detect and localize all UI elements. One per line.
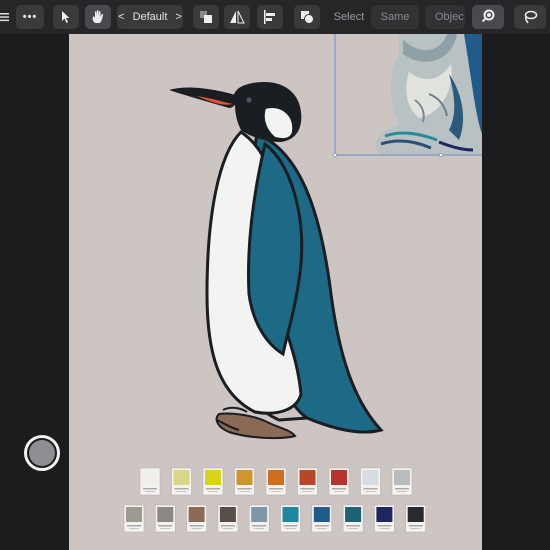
selected-object-partial[interactable] xyxy=(375,34,482,154)
style-label: Default xyxy=(132,11,168,23)
flip-icon xyxy=(230,10,245,24)
document-canvas[interactable] xyxy=(69,34,482,550)
color-swatch[interactable] xyxy=(155,504,176,533)
color-swatch[interactable] xyxy=(123,504,145,533)
zoom-icon xyxy=(481,9,495,23)
color-swatch[interactable] xyxy=(297,467,318,496)
color-swatch[interactable] xyxy=(374,504,395,533)
selection-handle[interactable] xyxy=(439,153,443,157)
record-icon xyxy=(29,440,55,466)
top-toolbar: ••• < Default > Select Same Objec xyxy=(0,0,550,35)
color-swatch[interactable] xyxy=(139,467,161,496)
lasso-icon xyxy=(524,10,538,24)
color-palette-row-1 xyxy=(139,467,413,496)
select-same-button[interactable]: Same xyxy=(371,5,419,29)
color-swatch[interactable] xyxy=(265,467,287,496)
move-tool-button[interactable] xyxy=(53,5,79,29)
zoom-button[interactable] xyxy=(472,5,504,29)
left-panel xyxy=(0,34,69,550)
color-swatch[interactable] xyxy=(186,504,207,533)
hamburger-icon[interactable] xyxy=(0,5,14,29)
flip-button[interactable] xyxy=(224,5,250,29)
hand-tool-button[interactable] xyxy=(85,5,111,29)
style-prev-button[interactable]: < xyxy=(118,11,124,23)
color-swatch[interactable] xyxy=(342,504,364,533)
lasso-button[interactable] xyxy=(514,5,546,29)
color-swatch[interactable] xyxy=(311,504,333,533)
color-swatch[interactable] xyxy=(405,504,426,533)
align-icon xyxy=(264,10,275,24)
penguin-illustration[interactable] xyxy=(69,34,482,550)
boolean-icon xyxy=(301,11,314,24)
penguin-drawing[interactable] xyxy=(169,82,384,440)
select-label: Select xyxy=(333,11,365,23)
style-next-button[interactable]: > xyxy=(175,11,181,23)
right-panel xyxy=(482,34,550,550)
color-swatch[interactable] xyxy=(391,467,413,496)
color-swatch[interactable] xyxy=(202,467,224,496)
style-selector[interactable]: < Default > xyxy=(117,5,183,29)
color-swatch[interactable] xyxy=(328,467,350,496)
color-swatch[interactable] xyxy=(234,467,255,496)
arrange-button[interactable] xyxy=(193,5,219,29)
color-swatch[interactable] xyxy=(280,504,301,533)
color-swatch[interactable] xyxy=(360,467,381,496)
color-swatch[interactable] xyxy=(171,467,192,496)
record-button[interactable] xyxy=(24,435,60,471)
arrange-icon xyxy=(200,11,212,23)
boolean-button[interactable] xyxy=(294,5,320,29)
hand-icon xyxy=(92,10,104,23)
select-object-button[interactable]: Objec xyxy=(425,5,465,29)
cursor-arrow-icon xyxy=(62,11,70,23)
more-button[interactable]: ••• xyxy=(16,5,44,29)
align-button[interactable] xyxy=(257,5,283,29)
color-palette-row-2 xyxy=(123,504,426,533)
more-icon: ••• xyxy=(22,11,38,23)
color-swatch[interactable] xyxy=(248,504,270,533)
color-swatch[interactable] xyxy=(217,504,239,533)
selection-handle[interactable] xyxy=(333,153,337,157)
